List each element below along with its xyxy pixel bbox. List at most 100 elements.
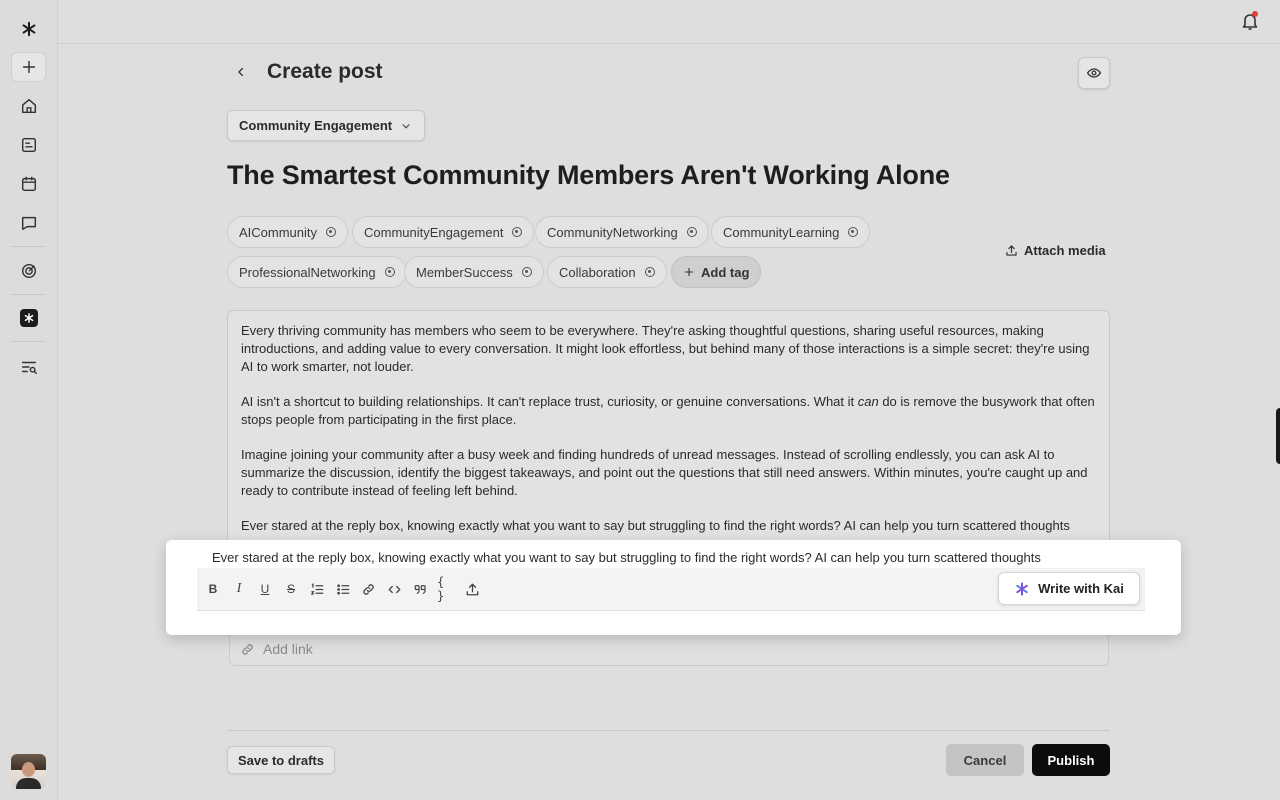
link-icon [242, 643, 253, 655]
body-paragraph: AI isn't a shortcut to building relation… [241, 394, 1095, 427]
strikethrough-button[interactable]: S [282, 580, 300, 598]
underline-button[interactable]: U [256, 580, 274, 598]
bullet-list-button[interactable] [334, 580, 352, 598]
tag-chip: ProfessionalNetworking [227, 256, 407, 288]
post-body-editor[interactable]: Every thriving community has members who… [227, 310, 1110, 545]
new-item-button[interactable] [11, 52, 46, 82]
tag-chip: CommunityEngagement [352, 216, 535, 248]
sidebar-item-search[interactable] [11, 352, 46, 382]
sidebar [0, 0, 58, 800]
home-icon [21, 98, 36, 114]
remove-tag-icon[interactable] [686, 227, 697, 237]
remove-tag-icon[interactable] [512, 227, 523, 237]
sidebar-item-home[interactable] [11, 91, 46, 121]
write-with-kai-button[interactable]: Write with Kai [998, 572, 1140, 605]
category-select[interactable]: Community Engagement [227, 110, 426, 141]
analytics-icon [21, 263, 36, 279]
eye-icon [1086, 68, 1102, 78]
sidebar-item-calendar[interactable] [11, 169, 46, 199]
write-with-kai-label: Write with Kai [1038, 581, 1124, 596]
tag-label: CommunityLearning [723, 224, 840, 240]
attach-media-button[interactable]: Attach media [1005, 243, 1106, 258]
sidebar-divider [10, 246, 46, 247]
underline-icon: U [260, 582, 270, 596]
formatting-toolbar-panel: Ever stared at the reply box, knowing ex… [166, 540, 1181, 635]
bold-button[interactable]: B [204, 580, 222, 598]
remove-tag-icon[interactable] [326, 227, 337, 237]
calendar-icon [21, 176, 36, 192]
tag-label: CommunityEngagement [364, 224, 504, 240]
remove-tag-icon[interactable] [644, 267, 655, 277]
upload-button[interactable] [463, 580, 481, 598]
remove-tag-icon[interactable] [384, 267, 395, 277]
tag-label: AICommunity [239, 224, 318, 240]
remove-tag-icon[interactable] [521, 267, 532, 277]
publish-button[interactable]: Publish [1032, 744, 1110, 776]
topbar [58, 0, 1280, 44]
code-block-button[interactable]: { } [437, 575, 455, 603]
plus-icon [684, 267, 694, 277]
chevron-left-icon [238, 67, 244, 77]
sidebar-divider [10, 294, 46, 295]
list-search-icon [21, 361, 37, 375]
back-button[interactable] [231, 62, 251, 82]
tag-label: CommunityNetworking [547, 224, 678, 240]
add-link-field[interactable]: Add link [229, 632, 1109, 666]
cancel-button[interactable]: Cancel [946, 744, 1024, 776]
code-button[interactable] [385, 580, 403, 598]
tag-chip: CommunityLearning [711, 216, 871, 248]
attach-media-label: Attach media [1024, 243, 1106, 258]
chat-icon [21, 216, 36, 231]
tag-chip: MemberSuccess [404, 256, 544, 288]
link-button[interactable] [359, 580, 377, 598]
notification-dot [1252, 11, 1258, 17]
body-paragraph: Imagine joining your community after a b… [241, 447, 1088, 498]
tag-label: Collaboration [559, 264, 636, 280]
italic-icon: I [236, 581, 242, 596]
preview-button[interactable] [1078, 57, 1110, 89]
link-icon [362, 583, 374, 595]
strikethrough-icon: S [286, 582, 295, 596]
bullet-list-icon [336, 583, 349, 595]
save-to-drafts-button[interactable]: Save to drafts [227, 746, 335, 774]
app-logo-icon[interactable] [11, 14, 46, 44]
tag-chip: AICommunity [227, 216, 349, 248]
chevron-down-icon [402, 123, 410, 129]
sidebar-divider [10, 341, 46, 342]
body-paragraph: Ever stared at the reply box, knowing ex… [241, 518, 1070, 533]
sidebar-item-analytics[interactable] [11, 256, 46, 286]
quote-icon [414, 584, 426, 594]
bold-icon: B [208, 582, 218, 596]
ordered-list-button[interactable] [308, 580, 326, 598]
sidebar-item-posts[interactable] [11, 130, 46, 160]
tag-chip: CommunityNetworking [535, 216, 709, 248]
toolbar-text-preview: Ever stared at the reply box, knowing ex… [212, 550, 1041, 565]
italic-button[interactable]: I [230, 580, 248, 598]
kai-sparkle-icon [1016, 581, 1028, 596]
sidebar-item-kai[interactable] [11, 303, 46, 333]
upload-icon [1006, 245, 1017, 256]
add-tag-label: Add tag [701, 264, 750, 280]
tag-label: MemberSuccess [416, 264, 513, 280]
category-label: Community Engagement [239, 118, 393, 133]
sidebar-item-messages[interactable] [11, 208, 46, 238]
body-paragraph: Every thriving community has members who… [241, 323, 1090, 374]
remove-tag-icon[interactable] [848, 227, 859, 237]
add-link-placeholder: Add link [263, 641, 313, 657]
upload-icon [466, 583, 478, 595]
quote-button[interactable] [411, 580, 429, 598]
post-title[interactable]: The Smartest Community Members Aren't Wo… [227, 160, 950, 191]
code-icon [388, 585, 400, 593]
post-icon [21, 137, 36, 153]
notifications-button[interactable] [1240, 11, 1260, 31]
code-block-icon: { } [437, 575, 445, 603]
kai-icon [19, 309, 38, 327]
add-tag-button[interactable]: Add tag [671, 256, 762, 288]
side-panel-handle[interactable] [1276, 408, 1280, 464]
avatar[interactable] [11, 754, 46, 789]
ordered-list-icon [310, 582, 323, 595]
plus-icon [22, 60, 35, 74]
footer-divider [227, 730, 1110, 731]
tag-chip: Collaboration [547, 256, 667, 288]
tag-label: ProfessionalNetworking [239, 264, 376, 280]
